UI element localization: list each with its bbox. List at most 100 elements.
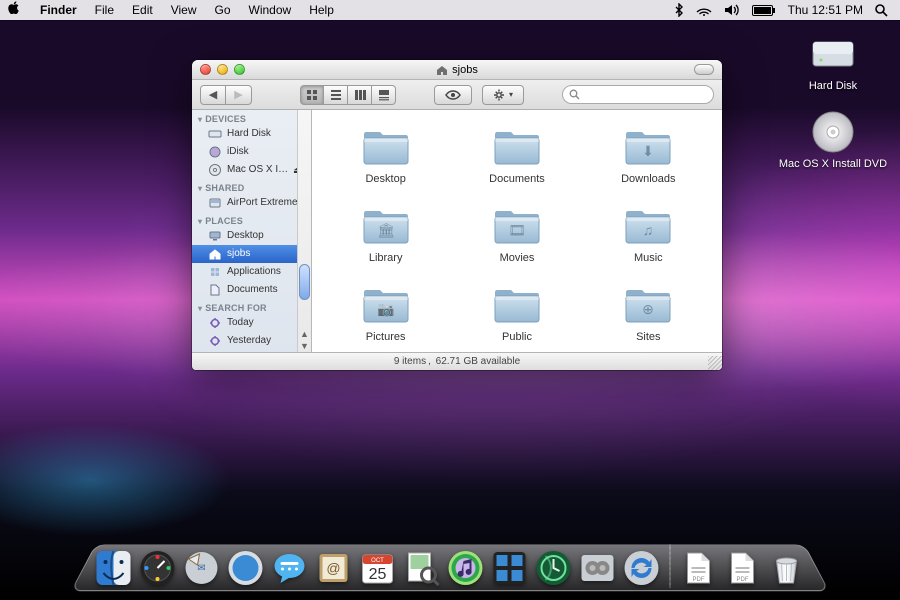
sidebar-item-label: Applications bbox=[227, 265, 281, 279]
sidebar-item-yesterday[interactable]: Yesterday bbox=[192, 332, 311, 350]
dock-itunes[interactable] bbox=[446, 548, 486, 588]
sidebar-item-hard-disk[interactable]: Hard Disk bbox=[192, 125, 311, 143]
folder-label: Public bbox=[502, 331, 532, 343]
status-bar: 9 items , 62.71 GB available bbox=[192, 352, 722, 370]
sidebar-group-devices[interactable]: DEVICES bbox=[192, 110, 311, 125]
airport-icon[interactable] bbox=[696, 4, 712, 16]
folder-public[interactable]: Public bbox=[455, 282, 578, 343]
svg-text:@: @ bbox=[326, 560, 340, 576]
sidebar-group-shared[interactable]: SHARED bbox=[192, 179, 311, 194]
sidebar-item-airport-extreme[interactable]: AirPort Extreme bbox=[192, 194, 311, 212]
desktop-icon-install-dvd[interactable]: Mac OS X Install DVD bbox=[778, 108, 888, 170]
folder-sites[interactable]: ⊕Sites bbox=[587, 282, 710, 343]
dock-isync[interactable] bbox=[622, 548, 662, 588]
dock-trash[interactable] bbox=[767, 548, 807, 588]
folder-movies[interactable]: 🎞Movies bbox=[455, 203, 578, 264]
view-column-button[interactable] bbox=[348, 85, 372, 105]
finder-window[interactable]: sjobs ◀ ▶ ▾ DEVICESHard Disk iDisk Mac OS … bbox=[192, 60, 722, 370]
svg-text:✉: ✉ bbox=[197, 563, 205, 574]
folder-desktop[interactable]: Desktop bbox=[324, 124, 447, 185]
dock-doc-document-1[interactable]: PDF bbox=[679, 548, 719, 588]
view-icon-button[interactable] bbox=[300, 85, 324, 105]
view-coverflow-button[interactable] bbox=[372, 85, 396, 105]
sidebar-item-today[interactable]: Today bbox=[192, 314, 311, 332]
dock-mail[interactable]: ✉ bbox=[182, 548, 222, 588]
menubar-clock[interactable]: Thu 12:51 PM bbox=[788, 3, 863, 17]
hard-disk-icon bbox=[809, 30, 857, 78]
volume-icon[interactable] bbox=[724, 4, 740, 16]
dock-addressbook[interactable]: @ bbox=[314, 548, 354, 588]
sidebar: DEVICESHard DiskiDiskMac OS X I…⏏SHAREDA… bbox=[192, 110, 312, 352]
sidebar-item-documents[interactable]: Documents bbox=[192, 281, 311, 299]
folder-pictures[interactable]: 📷Pictures bbox=[324, 282, 447, 343]
menu-go[interactable]: Go bbox=[206, 0, 240, 20]
scroll-up-arrow[interactable]: ▲ bbox=[299, 328, 311, 340]
view-mode-segmented bbox=[300, 85, 396, 105]
spotlight-icon[interactable] bbox=[875, 4, 888, 17]
titlebar[interactable]: sjobs bbox=[192, 60, 722, 80]
svg-text:⬇: ⬇ bbox=[642, 143, 654, 159]
svg-text:PDF: PDF bbox=[693, 577, 705, 583]
dock-ical[interactable]: OCT25 bbox=[358, 548, 398, 588]
dock-safari[interactable] bbox=[226, 548, 266, 588]
folder-documents[interactable]: Documents bbox=[455, 124, 578, 185]
sidebar-item-desktop[interactable]: Desktop bbox=[192, 227, 311, 245]
search-field[interactable] bbox=[562, 85, 714, 104]
dock-sysprefs[interactable] bbox=[578, 548, 618, 588]
dock-doc-document-2[interactable]: PDF bbox=[723, 548, 763, 588]
smart-icon bbox=[208, 316, 222, 330]
svg-text:PDF: PDF bbox=[737, 577, 749, 583]
dock-finder[interactable] bbox=[94, 548, 134, 588]
sidebar-item-mac-os-x-i-[interactable]: Mac OS X I…⏏ bbox=[192, 161, 311, 179]
server-icon bbox=[208, 196, 222, 210]
scroll-down-arrow[interactable]: ▼ bbox=[299, 340, 311, 352]
menu-edit[interactable]: Edit bbox=[123, 0, 162, 20]
svg-text:♫: ♫ bbox=[643, 222, 654, 238]
documents-icon bbox=[208, 283, 222, 297]
dvd-icon bbox=[208, 163, 222, 177]
content-area[interactable]: Desktop Documents ⬇Downloads 🏛Library🎞Movie… bbox=[312, 110, 722, 352]
menu-app-name[interactable]: Finder bbox=[31, 0, 86, 20]
search-input[interactable] bbox=[580, 89, 707, 101]
sidebar-group-places[interactable]: PLACES bbox=[192, 212, 311, 227]
sidebar-item-past-week[interactable]: Past Week bbox=[192, 350, 311, 352]
folder-downloads[interactable]: ⬇Downloads bbox=[587, 124, 710, 185]
back-button[interactable]: ◀ bbox=[200, 85, 226, 105]
folder-label: Pictures bbox=[366, 331, 406, 343]
dock-dashboard[interactable] bbox=[138, 548, 178, 588]
view-list-button[interactable] bbox=[324, 85, 348, 105]
sidebar-item-idisk[interactable]: iDisk bbox=[192, 143, 311, 161]
menu-window[interactable]: Window bbox=[240, 0, 301, 20]
close-button[interactable] bbox=[200, 64, 211, 75]
battery-icon[interactable] bbox=[752, 5, 776, 16]
zoom-button[interactable] bbox=[234, 64, 245, 75]
menu-help[interactable]: Help bbox=[300, 0, 343, 20]
menu-view[interactable]: View bbox=[162, 0, 206, 20]
sidebar-item-label: iDisk bbox=[227, 145, 249, 159]
desktop-icon-hard-disk[interactable]: Hard Disk bbox=[778, 30, 888, 92]
dock-ichat[interactable] bbox=[270, 548, 310, 588]
folder-library[interactable]: 🏛Library bbox=[324, 203, 447, 264]
menu-file[interactable]: File bbox=[86, 0, 123, 20]
action-button[interactable]: ▾ bbox=[482, 85, 524, 105]
toolbar-toggle-button[interactable] bbox=[694, 64, 714, 75]
sidebar-item-applications[interactable]: Applications bbox=[192, 263, 311, 281]
dock-timemachine[interactable] bbox=[534, 548, 574, 588]
dock-preview[interactable] bbox=[402, 548, 442, 588]
sidebar-scrollbar[interactable]: ▲ ▼ bbox=[297, 110, 311, 352]
minimize-button[interactable] bbox=[217, 64, 228, 75]
sidebar-group-search for[interactable]: SEARCH FOR bbox=[192, 299, 311, 314]
apple-menu[interactable] bbox=[8, 0, 31, 20]
folder-music[interactable]: ♫Music bbox=[587, 203, 710, 264]
folder-label: Documents bbox=[489, 173, 545, 185]
forward-button[interactable]: ▶ bbox=[226, 85, 252, 105]
resize-handle[interactable] bbox=[708, 356, 722, 370]
scrollbar-thumb[interactable] bbox=[299, 264, 310, 300]
dock-spaces[interactable] bbox=[490, 548, 530, 588]
bluetooth-icon[interactable] bbox=[674, 3, 684, 17]
sidebar-item-sjobs[interactable]: sjobs bbox=[192, 245, 311, 263]
folder-label: Movies bbox=[500, 252, 535, 264]
apps-icon bbox=[208, 265, 222, 279]
dock: ✉ @ OCT25 PDF PDF bbox=[84, 540, 817, 594]
quicklook-button[interactable] bbox=[434, 85, 472, 105]
